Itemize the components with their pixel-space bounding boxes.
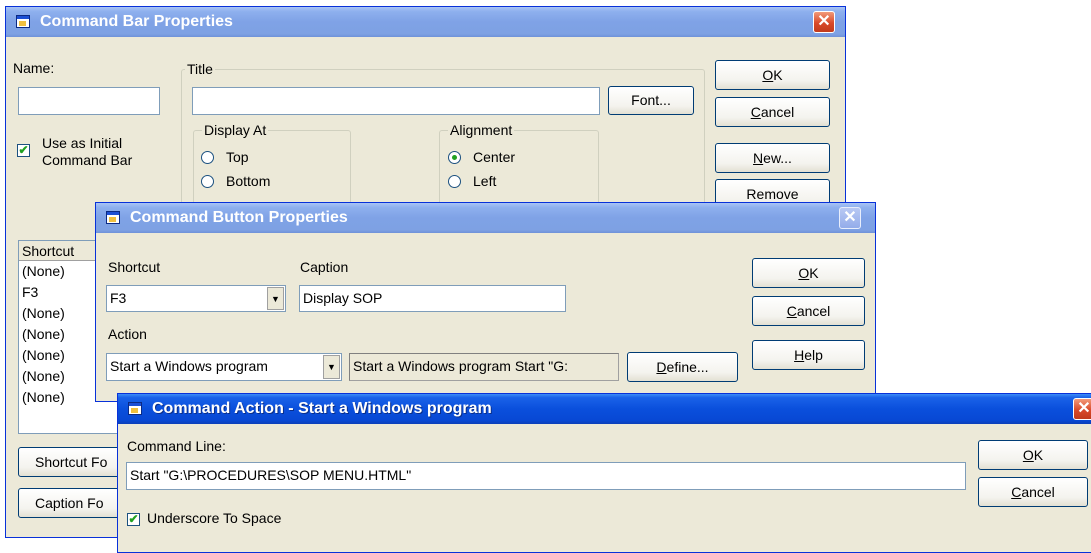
initial-command-bar-label-1: Use as Initial — [42, 135, 123, 151]
dialog-title: Command Action - Start a Windows program — [152, 400, 492, 417]
close-icon[interactable]: ✕ — [813, 11, 835, 33]
ok-button-mnemonic: O — [762, 67, 774, 83]
define-button-mnemonic: D — [656, 359, 667, 375]
cancel-button-label: ancel — [1021, 484, 1055, 500]
cancel-button-label: ancel — [760, 104, 795, 120]
title-bar[interactable]: Command Button Properties ✕ — [96, 203, 875, 233]
define-button[interactable]: Define... — [627, 352, 738, 382]
caption-input[interactable]: Display SOP — [299, 285, 566, 312]
help-button[interactable]: Help — [752, 340, 865, 370]
font-button[interactable]: Font... — [608, 86, 694, 115]
alignment-center-label: Center — [473, 149, 516, 165]
chevron-down-icon[interactable]: ▼ — [267, 287, 284, 310]
underscore-to-space-label: Underscore To Space — [147, 510, 282, 526]
app-icon — [16, 15, 30, 28]
initial-command-bar-checkbox[interactable]: ✔ — [17, 144, 30, 157]
ok-button-label: K — [1033, 447, 1044, 463]
title-input[interactable] — [192, 87, 600, 115]
shortcut-select[interactable]: F3 ▼ — [106, 285, 286, 312]
name-label: Name: — [13, 60, 55, 76]
action-select[interactable]: Start a Windows program ▼ — [106, 353, 342, 381]
title-bar[interactable]: Command Bar Properties ✕ — [6, 7, 845, 37]
chevron-down-icon[interactable]: ▼ — [323, 355, 340, 379]
alignment-center-radio[interactable] — [448, 151, 461, 164]
ok-button-label: K — [773, 67, 783, 83]
define-button-label: efine... — [666, 359, 709, 375]
shortcut-column-header[interactable]: Shortcut — [19, 241, 103, 261]
command-line-label: Command Line: — [127, 438, 226, 454]
ok-button[interactable]: OK — [752, 258, 865, 288]
name-input[interactable] — [18, 87, 160, 115]
new-button[interactable]: New... — [715, 143, 830, 173]
dialog-title: Command Bar Properties — [40, 13, 233, 30]
title-group-label: Title — [185, 61, 215, 77]
shortcut-select-value: F3 — [110, 290, 127, 306]
remove-button-label: Remove — [746, 186, 799, 202]
alignment-label: Alignment — [448, 122, 515, 138]
ok-button-label: K — [809, 265, 819, 281]
display-top-label: Top — [226, 149, 249, 165]
cancel-button[interactable]: Cancel — [715, 97, 830, 127]
command-action-dialog: Command Action - Start a Windows program… — [117, 393, 1091, 553]
shortcut-font-button-label: Shortcut Fo — [35, 454, 108, 470]
ok-button[interactable]: OK — [978, 440, 1088, 470]
action-label: Action — [108, 326, 147, 342]
alignment-left-label: Left — [473, 173, 497, 189]
cancel-button-mnemonic: C — [750, 104, 761, 120]
cancel-button-mnemonic: C — [786, 303, 797, 319]
command-line-input[interactable]: Start "G:\PROCEDURES\SOP MENU.HTML" — [126, 462, 966, 490]
title-bar[interactable]: Command Action - Start a Windows program… — [118, 394, 1091, 424]
ok-button[interactable]: OK — [715, 60, 830, 90]
cancel-button-mnemonic: C — [1011, 484, 1022, 500]
action-description: Start a Windows program Start "G: — [349, 353, 619, 381]
new-button-mnemonic: N — [753, 150, 764, 166]
command-button-properties-dialog: Command Button Properties ✕ Shortcut F3 … — [95, 202, 876, 402]
new-button-label: ew... — [763, 150, 792, 166]
ok-button-mnemonic: O — [798, 265, 810, 281]
caption-font-button-label: Caption Fo — [35, 495, 104, 511]
display-bottom-radio[interactable] — [201, 175, 214, 188]
underscore-to-space-checkbox[interactable]: ✔ — [127, 513, 140, 526]
cancel-button[interactable]: Cancel — [752, 296, 865, 326]
app-icon — [128, 402, 142, 415]
action-select-value: Start a Windows program — [110, 358, 268, 374]
dialog-title: Command Button Properties — [130, 209, 348, 226]
display-top-radio[interactable] — [201, 151, 214, 164]
caption-label: Caption — [300, 259, 349, 275]
font-button-label: Font... — [631, 92, 671, 108]
ok-button-mnemonic: O — [1022, 447, 1034, 463]
close-icon[interactable]: ✕ — [1073, 398, 1091, 420]
display-at-label: Display At — [202, 122, 269, 138]
alignment-left-radio[interactable] — [448, 175, 461, 188]
display-bottom-label: Bottom — [226, 173, 271, 189]
close-icon[interactable]: ✕ — [839, 207, 861, 229]
cancel-button-label: ancel — [796, 303, 831, 319]
app-icon — [106, 211, 120, 224]
help-button-mnemonic: H — [794, 347, 805, 363]
help-button-label: elp — [804, 347, 823, 363]
cancel-button[interactable]: Cancel — [978, 477, 1088, 507]
shortcut-label: Shortcut — [108, 259, 161, 275]
initial-command-bar-label-2: Command Bar — [42, 152, 133, 168]
